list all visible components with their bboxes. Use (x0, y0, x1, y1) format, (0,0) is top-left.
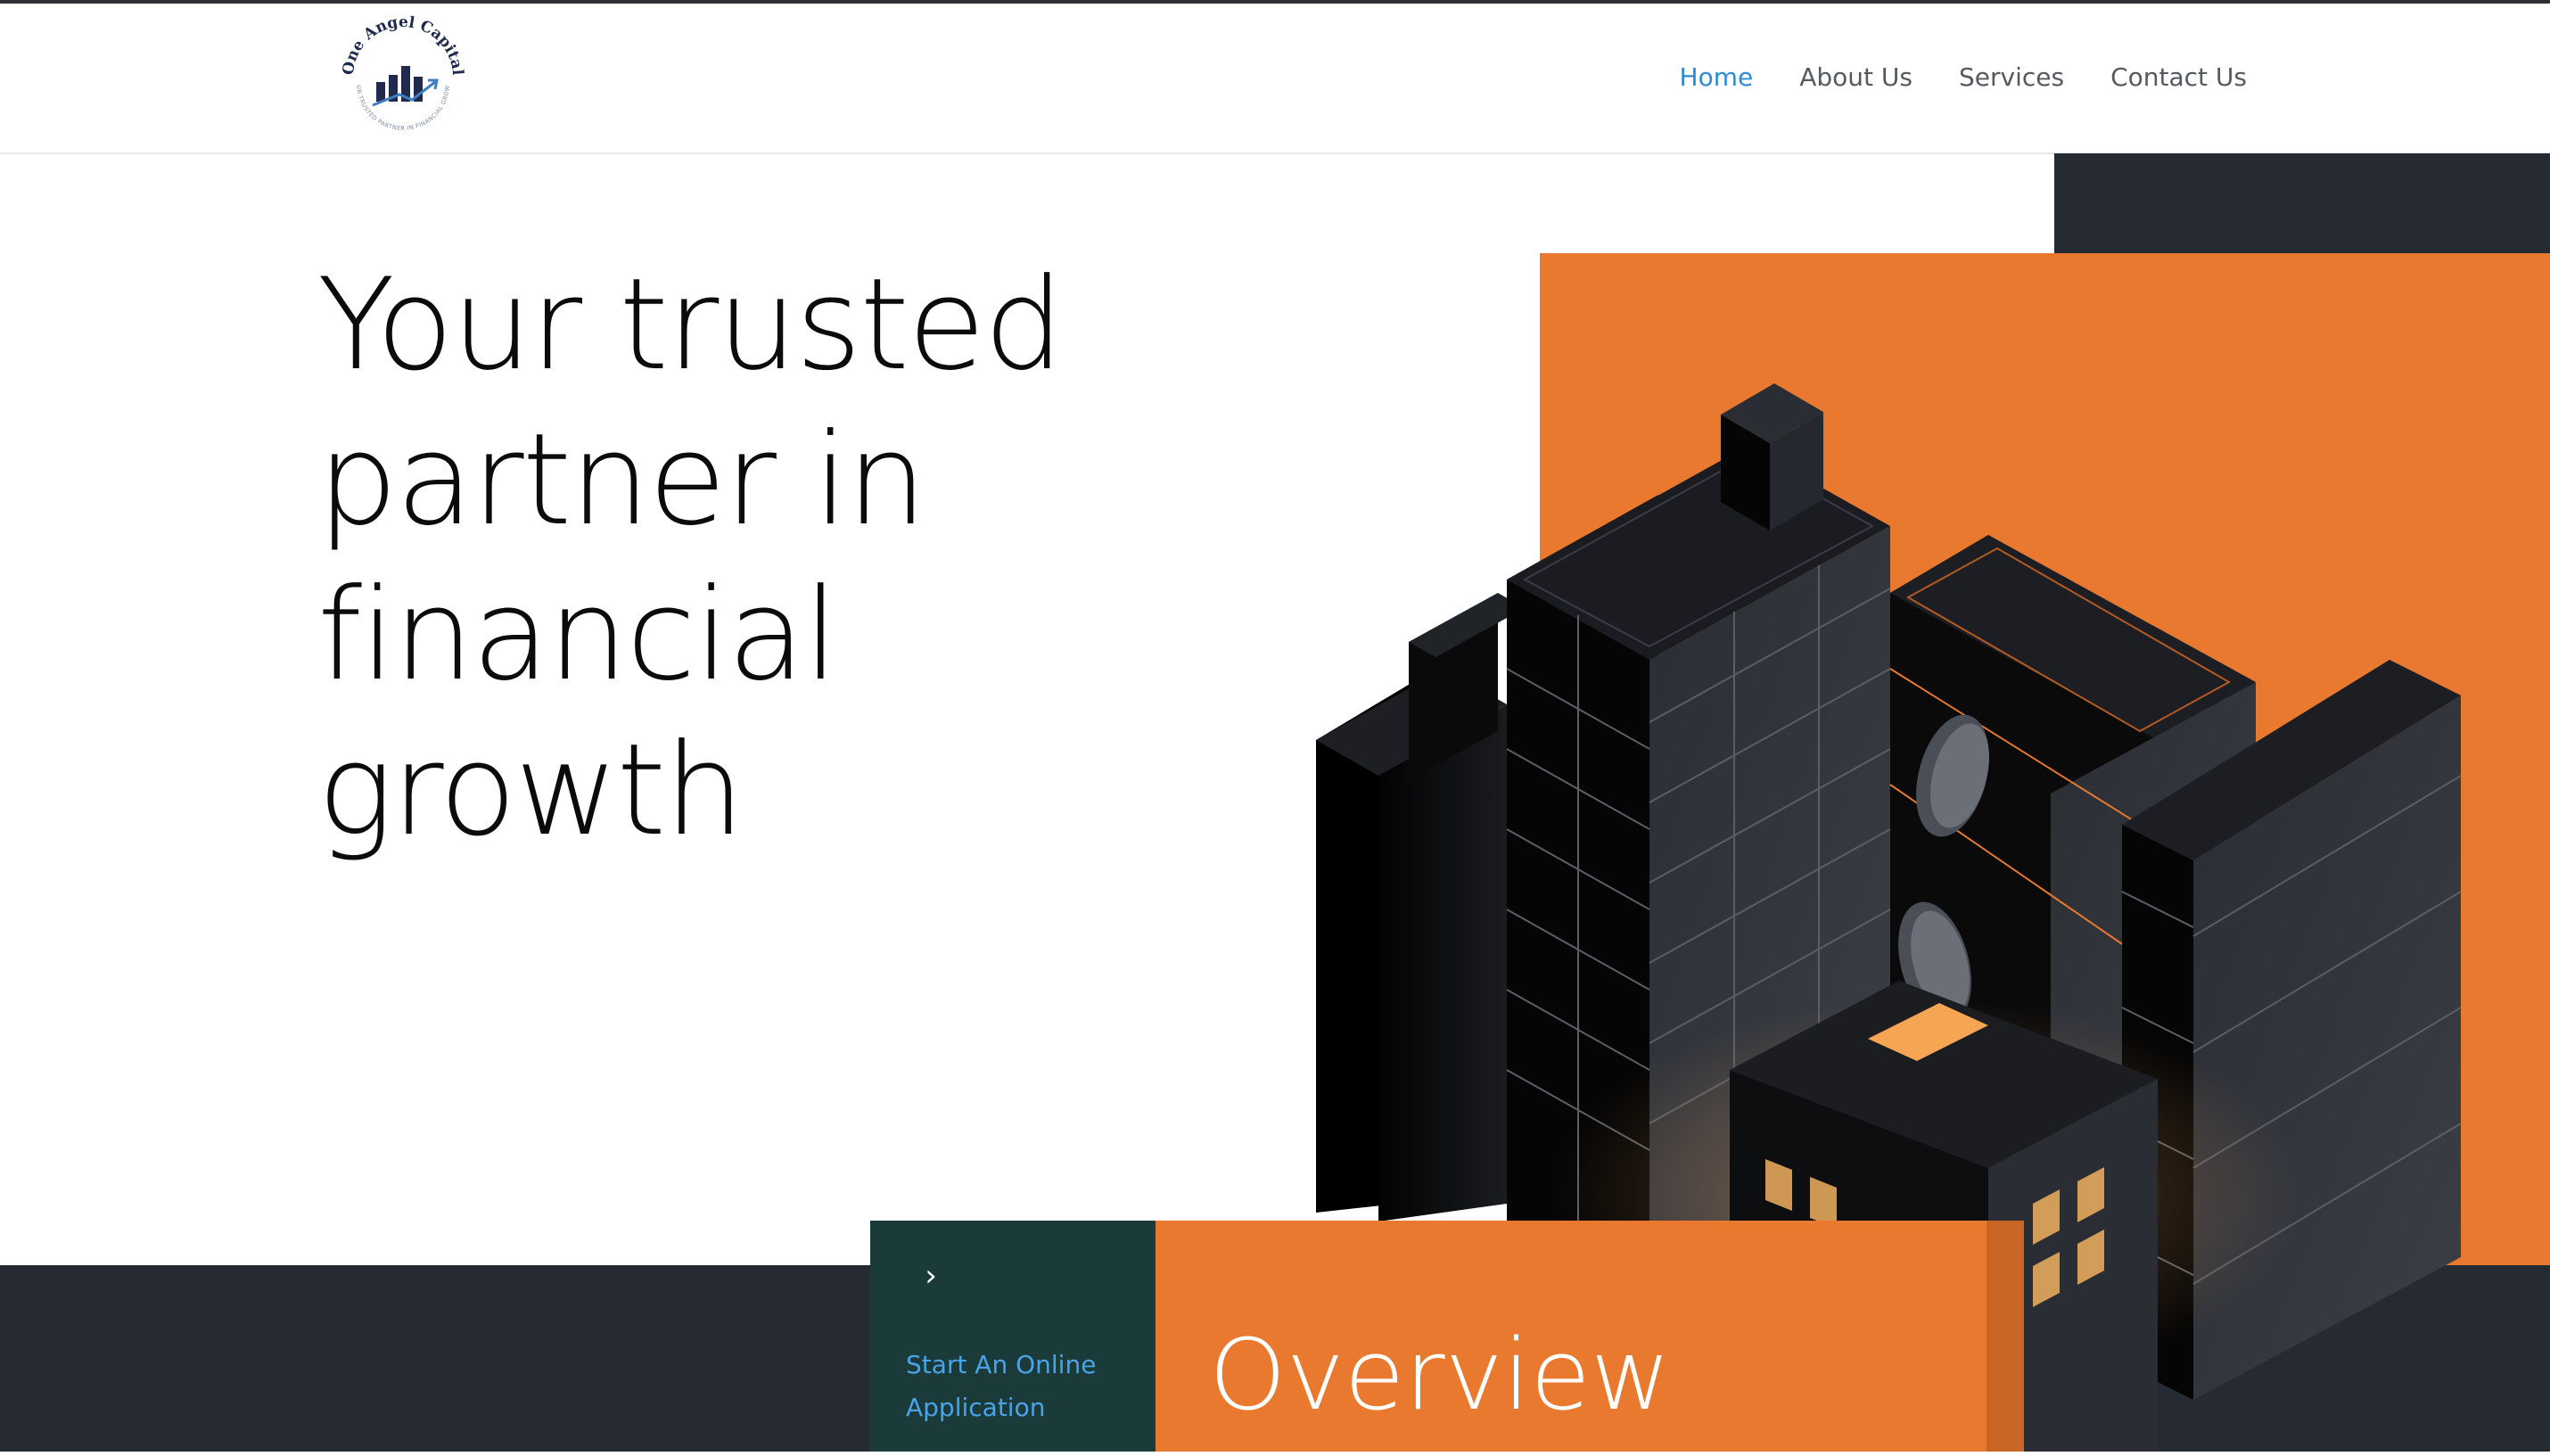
cta-panel[interactable]: › Start An Online Application (870, 1221, 1156, 1452)
overview-title: Overview (1209, 1318, 1671, 1432)
nav-services[interactable]: Services (1959, 62, 2064, 92)
hero-dark-accent-block (2054, 153, 2550, 253)
overview-panel: Overview (1156, 1221, 1987, 1452)
hero-title: Your trusted partner in financial growth (317, 248, 1298, 868)
nav-contact-us[interactable]: Contact Us (2110, 62, 2247, 92)
start-online-application-link[interactable]: Start An Online Application (906, 1344, 1138, 1429)
chevron-right-icon[interactable]: › (913, 1258, 949, 1294)
site-header: One Angel Capital YOUR TRUSTED PARTNER I… (0, 4, 2550, 154)
main-nav: Home About Us Services Contact Us (1680, 62, 2247, 92)
overview-panel-edge (1987, 1221, 2024, 1452)
nav-home[interactable]: Home (1680, 62, 1754, 92)
hero-title-line-1: Your trusted (317, 251, 1065, 399)
hero-title-line-3: financial growth (317, 562, 838, 864)
nav-about-us[interactable]: About Us (1799, 62, 1912, 92)
brand-logo[interactable]: One Angel Capital YOUR TRUSTED PARTNER I… (327, 7, 476, 146)
hero-title-line-2: partner in (317, 407, 927, 554)
